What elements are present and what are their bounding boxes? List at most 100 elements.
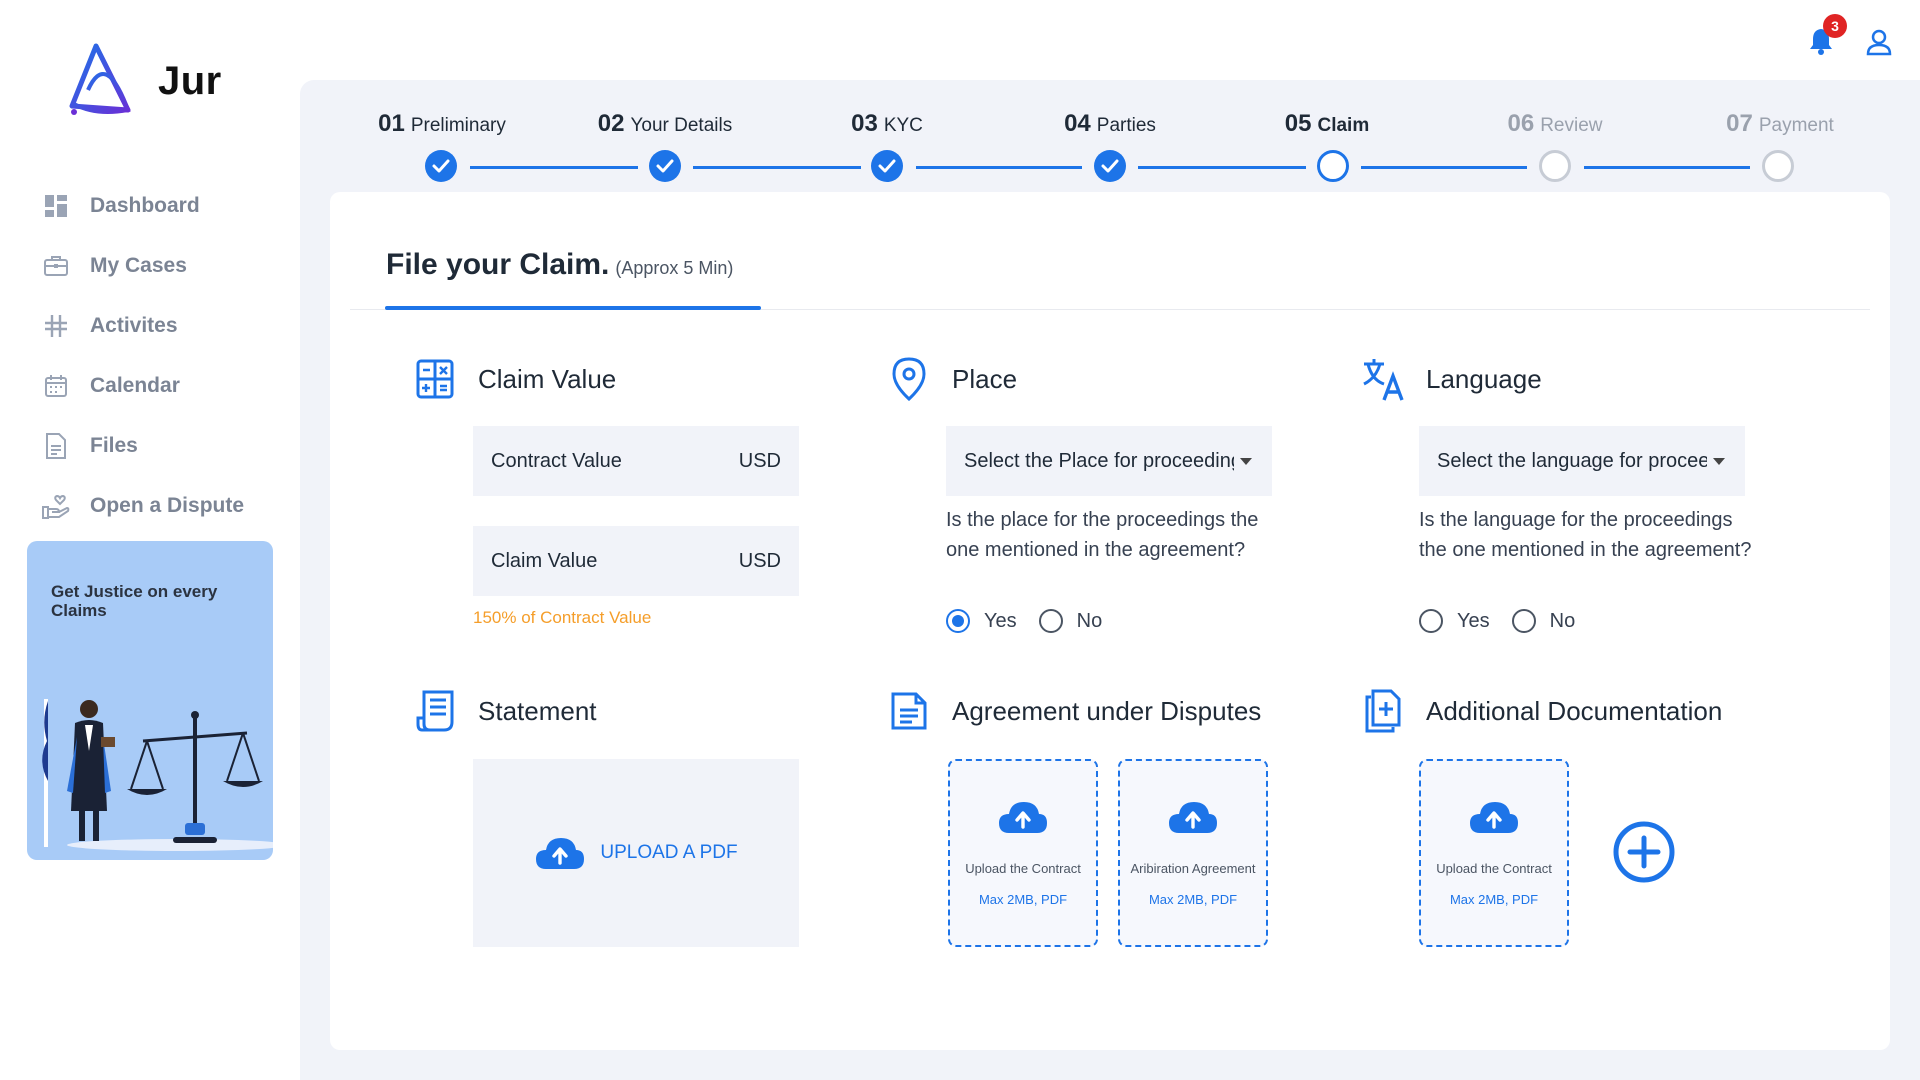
step-claim[interactable]: 05 Claim <box>1262 110 1392 138</box>
language-select[interactable]: Select the language for proceedings <box>1419 426 1745 496</box>
step-pending-indicator[interactable] <box>1762 150 1794 182</box>
contract-value-label: Contract Value <box>491 449 622 472</box>
upload-size-hint: Max 2MB, PDF <box>1148 892 1238 907</box>
step-connector <box>693 166 861 169</box>
cloud-upload-icon <box>536 838 585 869</box>
dashboard-icon <box>42 192 70 220</box>
place-select[interactable]: Select the Place for proceedings <box>946 426 1272 496</box>
claim-form-card: File your Claim. (Approx 5 Min) Claim Val… <box>330 192 1890 1050</box>
language-question: Is the language for the proceedings the … <box>1419 509 1752 561</box>
calendar-icon <box>42 372 70 400</box>
document-icon <box>886 688 932 734</box>
place-heading: Place <box>886 356 1017 402</box>
step-connector <box>1138 166 1306 169</box>
upload-size-hint: Max 2MB, PDF <box>978 892 1068 907</box>
cloud-upload-icon <box>1470 802 1518 833</box>
translate-icon <box>1360 356 1406 402</box>
title-underline <box>385 306 761 310</box>
notification-badge: 3 <box>1823 14 1847 38</box>
language-select-value: Select the language for proceedings <box>1437 449 1707 472</box>
upload-size-hint: Max 2MB, PDF <box>1449 892 1539 907</box>
jur-logo-icon <box>69 43 131 115</box>
upload-title: Aribiration Agreement <box>1130 861 1256 876</box>
upload-additional-dropzone[interactable]: Upload the Contract Max 2MB, PDF <box>1419 759 1569 947</box>
step-current-indicator[interactable] <box>1317 150 1349 182</box>
add-document-icon <box>1360 688 1406 734</box>
section-title: Additional Documentation <box>1426 695 1723 726</box>
section-title: Place <box>952 363 1018 394</box>
sidebar-item-files[interactable]: Files <box>40 416 280 476</box>
sidebar-item-label: Calendar <box>90 374 180 397</box>
step-check-icon[interactable] <box>1094 150 1126 182</box>
document-list-icon <box>412 688 458 734</box>
step-check-icon[interactable] <box>425 150 457 182</box>
upload-pdf-label: UPLOAD A PDF <box>600 842 738 863</box>
promo-card: Get Justice on every Claims <box>27 541 273 860</box>
brand-name: Jur <box>158 58 222 103</box>
claim-value-field[interactable]: Claim Value USD <box>473 526 799 596</box>
step-preliminary[interactable]: 01 Preliminary <box>372 110 512 138</box>
statement-upload-dropzone[interactable]: UPLOAD A PDF <box>473 759 799 947</box>
radio-label-no: No <box>1549 609 1576 632</box>
step-connector <box>916 166 1082 169</box>
chevron-down-icon <box>1713 458 1725 465</box>
place-question: Is the place for the proceedings the one… <box>946 509 1259 561</box>
step-kyc[interactable]: 03 KYC <box>832 110 942 138</box>
cloud-upload-icon <box>999 802 1047 833</box>
section-title: Agreement under Disputes <box>952 695 1262 726</box>
step-number: 07 <box>1726 110 1753 137</box>
step-payment[interactable]: 07 Payment <box>1695 110 1865 138</box>
upload-arbitration-dropzone[interactable]: Aribiration Agreement Max 2MB, PDF <box>1118 759 1268 947</box>
place-no-radio[interactable] <box>1038 609 1063 633</box>
place-select-value: Select the Place for proceedings <box>964 449 1234 472</box>
step-connector <box>470 166 638 169</box>
step-your-details[interactable]: 02 Your Details <box>580 110 750 138</box>
brand-logo[interactable]: Jur <box>66 40 222 122</box>
section-title: Claim Value <box>478 363 617 394</box>
file-icon <box>42 432 70 460</box>
step-pending-indicator[interactable] <box>1539 150 1571 182</box>
step-review[interactable]: 06 Review <box>1480 110 1630 138</box>
step-number: 03 <box>851 110 878 137</box>
sidebar-item-label: Files <box>90 434 138 457</box>
sidebar-item-label: Dashboard <box>90 194 200 217</box>
step-parties[interactable]: 04 Parties <box>1040 110 1180 138</box>
step-check-icon[interactable] <box>871 150 903 182</box>
upload-contract-dropzone[interactable]: Upload the Contract Max 2MB, PDF <box>948 759 1098 947</box>
section-title: Language <box>1426 363 1542 394</box>
sidebar-item-activites[interactable]: Activites <box>40 296 280 356</box>
step-number: 05 <box>1284 110 1312 137</box>
radio-label-no: No <box>1076 609 1103 632</box>
promo-title: Get Justice on every Claims <box>51 582 218 620</box>
language-no-radio[interactable] <box>1511 609 1536 633</box>
upload-title: Upload the Contract <box>1436 861 1552 876</box>
hand-heart-icon <box>42 492 70 520</box>
place-yes-radio[interactable] <box>946 609 970 633</box>
step-label: Payment <box>1758 115 1834 136</box>
step-connector <box>1361 166 1527 169</box>
currency-label: USD <box>738 449 781 472</box>
sidebar-item-label: My Cases <box>90 254 187 277</box>
agreement-heading: Agreement under Disputes <box>886 688 1261 734</box>
step-label: Your Details <box>630 115 733 136</box>
hashtag-icon <box>42 312 70 340</box>
sidebar-item-calendar[interactable]: Calendar <box>40 356 280 416</box>
step-number: 01 <box>378 110 405 137</box>
step-label: KYC <box>883 115 923 136</box>
sidebar-item-label: Activites <box>90 314 178 337</box>
add-document-plus-icon[interactable] <box>1612 820 1676 884</box>
user-profile-icon[interactable] <box>1865 28 1893 56</box>
contract-value-field[interactable]: Contract Value USD <box>473 426 799 496</box>
place-radio-group: Yes No <box>946 609 1124 633</box>
sidebar-nav: Dashboard My Cases Activites Calendar Fi… <box>40 176 280 536</box>
radio-label-yes: Yes <box>984 609 1017 632</box>
step-check-icon[interactable] <box>649 150 681 182</box>
chevron-down-icon <box>1240 458 1252 465</box>
upload-title: Upload the Contract <box>965 861 1081 876</box>
claim-value-hint: 150% of Contract Value <box>473 608 652 627</box>
sidebar-item-open-dispute[interactable]: Open a Dispute <box>40 476 280 536</box>
sidebar-item-dashboard[interactable]: Dashboard <box>40 176 280 236</box>
sidebar-item-my-cases[interactable]: My Cases <box>40 236 280 296</box>
step-number: 04 <box>1064 110 1091 137</box>
language-yes-radio[interactable] <box>1419 609 1443 633</box>
